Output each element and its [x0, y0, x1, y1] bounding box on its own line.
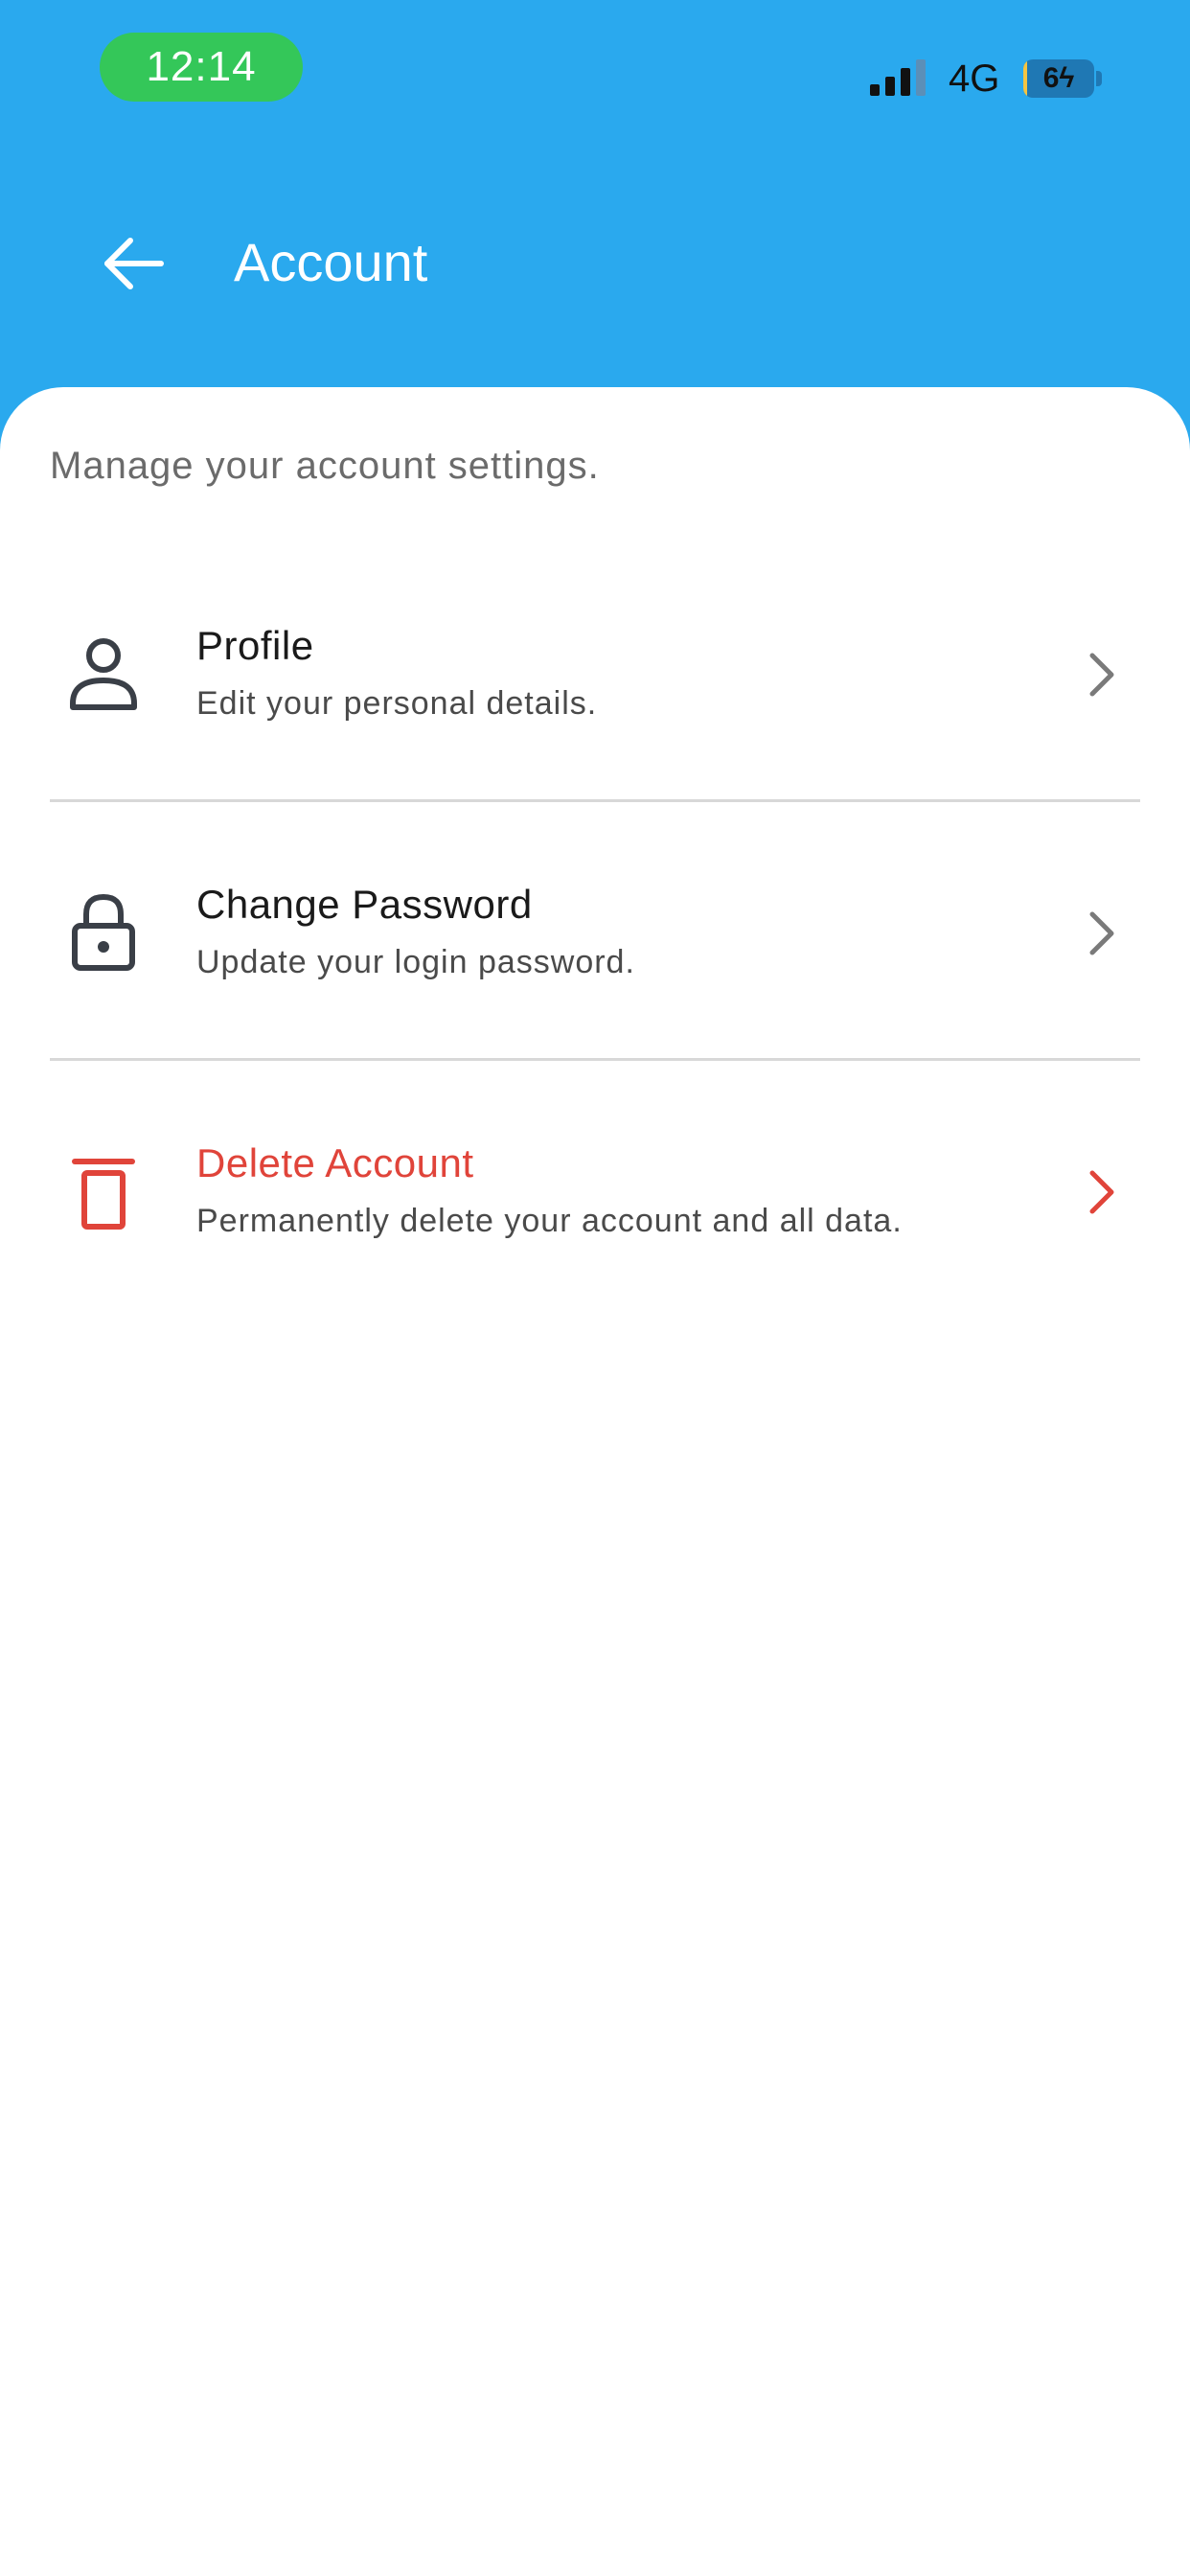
battery-icon: 6ϟ — [1023, 59, 1102, 98]
page-subtitle: Manage your account settings. — [50, 445, 600, 487]
chevron-right-icon — [1089, 1170, 1114, 1214]
signal-strength-icon — [870, 59, 926, 96]
battery-level-text: 6ϟ — [1023, 59, 1094, 98]
person-icon — [70, 638, 137, 710]
menu-item-change-password[interactable]: Change Password Update your login passwo… — [0, 828, 1190, 1039]
charging-bolt-icon: ϟ — [1059, 62, 1075, 94]
chevron-right-icon — [1089, 653, 1114, 697]
status-time: 12:14 — [100, 33, 303, 102]
arrow-left-icon — [104, 238, 164, 289]
menu-item-title: Change Password — [196, 882, 533, 927]
network-type: 4G — [949, 58, 1000, 100]
menu-item-description: Edit your personal details. — [196, 685, 598, 722]
battery-percentage: 6 — [1042, 62, 1060, 94]
status-bar: 12:14 4G 6ϟ — [0, 0, 1190, 134]
menu-item-profile[interactable]: Profile Edit your personal details. — [0, 569, 1190, 780]
battery-tip — [1096, 71, 1102, 86]
menu-item-description: Permanently delete your account and all … — [196, 1203, 903, 1239]
content-sheet: Manage your account settings. Profile Ed… — [0, 387, 1190, 2576]
menu-item-description: Update your login password. — [196, 944, 635, 980]
menu-item-title: Delete Account — [196, 1140, 474, 1185]
chevron-right-icon — [1089, 911, 1114, 955]
menu-item-title: Profile — [196, 623, 314, 668]
divider — [50, 1058, 1140, 1061]
trash-icon — [72, 1159, 135, 1230]
back-button[interactable] — [94, 230, 174, 297]
menu-item-delete-account[interactable]: Delete Account Permanently delete your a… — [0, 1087, 1190, 1298]
divider — [50, 799, 1140, 802]
page-title: Account — [234, 232, 428, 292]
app-bar: Account — [0, 201, 1190, 326]
lock-icon — [72, 893, 135, 971]
